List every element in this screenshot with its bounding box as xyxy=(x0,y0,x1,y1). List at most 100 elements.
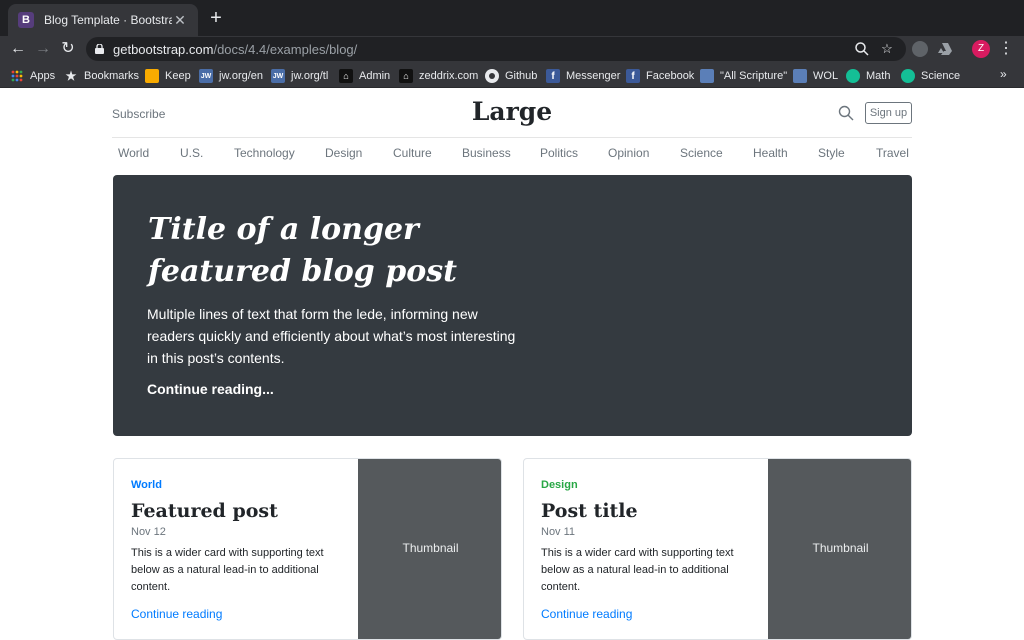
jw-icon: JW xyxy=(271,69,285,83)
nav-item-style[interactable]: Style xyxy=(818,146,845,160)
featured-lede: Multiple lines of text that form the led… xyxy=(147,306,516,366)
book-icon xyxy=(793,69,807,83)
facebook-icon: f xyxy=(546,69,560,83)
browser-tab[interactable]: B Blog Template · Bootstrap ✕ xyxy=(8,4,198,36)
bookmark-math[interactable]: Math xyxy=(846,68,890,84)
bookmark-admin[interactable]: ⌂ Admin xyxy=(339,68,390,84)
new-tab-button[interactable]: + xyxy=(206,8,226,28)
nav-item-world[interactable]: World xyxy=(118,146,149,160)
thumbnail-label: Thumbnail xyxy=(812,541,869,555)
thumbnail-label: Thumbnail xyxy=(402,541,459,555)
bookmark-label: zeddrix.com xyxy=(419,70,479,82)
blog-logo[interactable]: Large xyxy=(412,97,612,126)
card-date: Nov 12 xyxy=(131,526,166,538)
bookmark-label: Math xyxy=(866,70,891,82)
nav-item-us[interactable]: U.S. xyxy=(180,146,203,160)
bookmarks-overflow-icon[interactable]: » xyxy=(1000,67,1007,81)
card-category: World xyxy=(131,479,162,491)
bookmark-wol[interactable]: WOL xyxy=(793,68,838,84)
search-icon[interactable] xyxy=(838,105,854,121)
lock-icon xyxy=(95,44,104,54)
address-bar[interactable]: getbootstrap.com/docs/4.4/examples/blog/… xyxy=(86,37,906,61)
url-host: getbootstrap.com/docs/4.4/examples/blog/ xyxy=(113,42,358,57)
card-text: This is a wider card with supporting tex… xyxy=(131,547,324,593)
nav-item-technology[interactable]: Technology xyxy=(234,146,295,160)
extension-icon[interactable] xyxy=(912,41,928,57)
khan-academy-icon xyxy=(846,69,860,83)
bookmark-apps[interactable]: Apps xyxy=(10,68,55,84)
bookmark-keep[interactable]: Keep xyxy=(145,68,191,84)
facebook-icon: f xyxy=(626,69,640,83)
nav-item-business[interactable]: Business xyxy=(462,146,511,160)
bookmarks-bar: Apps ★ Bookmarks Keep JW jw.org/en JW jw… xyxy=(0,63,1024,88)
bookmark-jw-tl[interactable]: JW jw.org/tl xyxy=(271,68,328,84)
bookmark-facebook[interactable]: f Facebook xyxy=(626,68,694,84)
nav-item-politics[interactable]: Politics xyxy=(540,146,578,160)
card-thumbnail: Thumbnail xyxy=(358,459,501,639)
sign-up-button[interactable]: Sign up xyxy=(865,102,912,124)
zoom-search-icon[interactable] xyxy=(854,41,870,57)
bookmark-messenger[interactable]: f Messenger xyxy=(546,68,620,84)
bookmark-zeddrix[interactable]: ⌂ zeddrix.com xyxy=(399,68,478,84)
github-icon xyxy=(485,69,499,83)
continue-reading-link[interactable]: Continue reading... xyxy=(147,381,274,397)
back-arrow-icon[interactable]: ← xyxy=(8,39,28,59)
bookmark-label: jw.org/tl xyxy=(291,70,329,82)
bookmark-label: Facebook xyxy=(646,70,695,82)
drive-icon[interactable] xyxy=(937,41,953,57)
book-icon xyxy=(700,69,714,83)
house-icon: ⌂ xyxy=(399,69,413,83)
nav-item-design[interactable]: Design xyxy=(325,146,362,160)
card-continue-reading-link[interactable]: Continue reading xyxy=(541,607,632,621)
bookmark-label: Science xyxy=(921,70,961,82)
bookmark-bookmarks[interactable]: ★ Bookmarks xyxy=(64,68,139,84)
card-category: Design xyxy=(541,479,578,491)
card-title: Featured post xyxy=(131,500,278,522)
khan-academy-icon xyxy=(901,69,915,83)
card-title: Post title xyxy=(541,500,638,522)
featured-jumbotron: Title of a longer featured blog post Mul… xyxy=(113,175,912,436)
card-thumbnail: Thumbnail xyxy=(768,459,911,639)
tab-close-icon[interactable]: ✕ xyxy=(172,12,188,29)
nav-item-health[interactable]: Health xyxy=(753,146,788,160)
keep-icon xyxy=(145,69,159,83)
jw-icon: JW xyxy=(199,69,213,83)
house-icon: ⌂ xyxy=(339,69,353,83)
nav-item-science[interactable]: Science xyxy=(680,146,723,160)
bookmark-label: Admin xyxy=(359,70,391,82)
nav-item-opinion[interactable]: Opinion xyxy=(608,146,649,160)
forward-arrow-icon[interactable]: → xyxy=(33,39,53,59)
browser-tab-bar: B Blog Template · Bootstrap ✕ + xyxy=(0,0,1024,36)
bookmark-label: Github xyxy=(505,70,538,82)
nav-item-travel[interactable]: Travel xyxy=(876,146,909,160)
kebab-menu-icon[interactable]: ⋮ xyxy=(998,39,1014,59)
star-icon: ★ xyxy=(65,69,77,83)
tab-title: Blog Template · Bootstrap xyxy=(44,13,172,27)
bookmark-label: Keep xyxy=(165,70,191,82)
bookmark-label: Bookmarks xyxy=(84,70,140,82)
bookmark-label: "All Scripture" xyxy=(720,70,788,82)
post-card: World Featured post Nov 12 This is a wid… xyxy=(113,458,502,640)
bookmark-science[interactable]: Science xyxy=(901,68,960,84)
bookmark-label: jw.org/en xyxy=(219,70,264,82)
post-card: Design Post title Nov 11 This is a wider… xyxy=(523,458,912,640)
reload-icon[interactable]: ↻ xyxy=(58,39,78,59)
bookmark-github[interactable]: Github xyxy=(485,68,537,84)
star-icon[interactable]: ☆ xyxy=(879,41,895,57)
bookmark-label: WOL xyxy=(813,70,839,82)
category-nav: World U.S. Technology Design Culture Bus… xyxy=(112,146,912,164)
bookmark-jw-en[interactable]: JW jw.org/en xyxy=(199,68,263,84)
bookmark-label: Messenger xyxy=(566,70,621,82)
nav-item-culture[interactable]: Culture xyxy=(393,146,432,160)
profile-avatar[interactable]: Z xyxy=(972,40,990,58)
bootstrap-favicon-icon: B xyxy=(18,12,34,28)
featured-title: Title of a longer featured blog post xyxy=(148,212,457,289)
blog-page: Subscribe Large Sign up World U.S. Techn… xyxy=(0,88,1024,640)
card-text: This is a wider card with supporting tex… xyxy=(541,547,734,593)
card-date: Nov 11 xyxy=(541,526,576,538)
card-continue-reading-link[interactable]: Continue reading xyxy=(131,607,222,621)
bookmark-label: Apps xyxy=(30,70,56,82)
bookmark-all-scripture[interactable]: "All Scripture" xyxy=(700,68,787,84)
apps-grid-icon xyxy=(11,70,23,82)
subscribe-link[interactable]: Subscribe xyxy=(112,107,165,121)
